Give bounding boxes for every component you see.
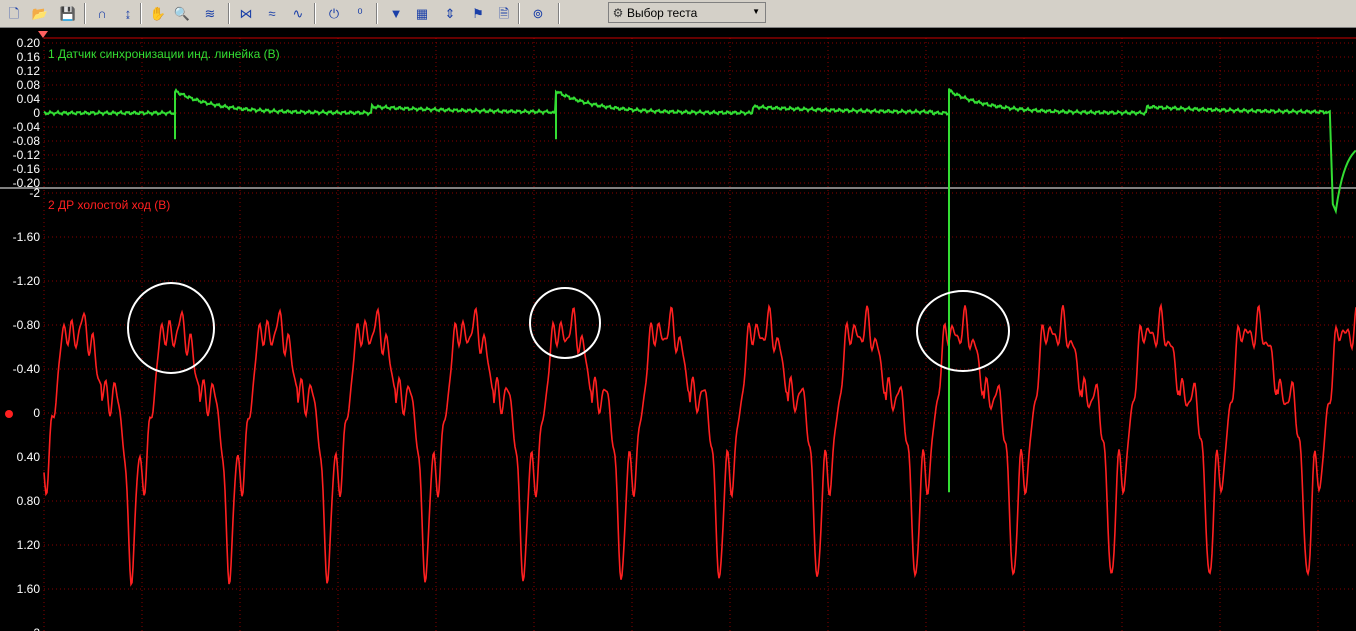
oscilloscope-view[interactable]: 0.200.160.120.080.040-0.04-0.08-0.12-0.1… xyxy=(0,28,1356,631)
ch1-tick-label: 0.16 xyxy=(17,50,41,64)
test-select-dropdown[interactable]: ⚙ Выбор теста ▼ xyxy=(608,2,766,23)
save-icon[interactable]: 💾 xyxy=(58,3,78,23)
channel-1-label: 1 Датчик синхронизации инд. линейка (В) xyxy=(48,47,280,61)
ch2-tick-label: 1.20 xyxy=(17,538,41,552)
ch2-tick-label: -1.60 xyxy=(13,230,41,244)
split-icon[interactable]: ⇕ xyxy=(440,3,460,23)
ch2-tick-label: -0.40 xyxy=(13,362,41,376)
channel-select-icon[interactable]: ▼ xyxy=(386,3,406,23)
zero-marker-dot[interactable] xyxy=(5,410,13,418)
auto-mode-icon[interactable]: ⊚ xyxy=(528,3,548,23)
ch2-tick-label: -0.80 xyxy=(13,318,41,332)
toolbar-separator xyxy=(84,3,86,24)
ch2-tick-label: 0 xyxy=(33,406,40,420)
ch2-tick-label: 2 xyxy=(33,626,40,631)
highlight-circle-2 xyxy=(529,287,601,359)
ch2-tick-label: -1.20 xyxy=(13,274,41,288)
toolbar: ⚙ Выбор теста ▼ 🗋 📂 💾 ∩ ↨ ✋ 🔍 ≋ ⋈ ≈ ∿ ⏻ ⁰ ▼ ▦ ⇕ ⚑ 🗎 ⊚ xyxy=(0,0,1356,28)
grid xyxy=(43,37,1356,631)
gear-icon: ⚙ xyxy=(612,5,624,20)
toolbar-separator xyxy=(140,3,142,24)
ch1-tick-label: 0.20 xyxy=(17,36,41,50)
toolbar-separator xyxy=(314,3,316,24)
y-axis: 0.200.160.120.080.040-0.04-0.08-0.12-0.1… xyxy=(13,36,41,631)
toolbar-separator xyxy=(518,3,520,24)
toolbar-separator xyxy=(558,3,560,24)
channel-2-trace xyxy=(43,302,1356,587)
vertical-cursor-icon[interactable]: ↨ xyxy=(118,3,138,23)
grid-icon[interactable]: ▦ xyxy=(412,3,432,23)
ch2-tick-label: 0.80 xyxy=(17,494,41,508)
toolbar-separator xyxy=(376,3,378,24)
ch1-tick-label: -0.08 xyxy=(13,134,41,148)
channel-compress-icon[interactable]: ⋈ xyxy=(236,3,256,23)
ch2-tick-label: 0.40 xyxy=(17,450,41,464)
ch1-tick-label: 0.12 xyxy=(17,64,41,78)
ch1-tick-label: -0.16 xyxy=(13,162,41,176)
horizontal-cursor-icon[interactable]: ∩ xyxy=(92,3,112,23)
ch1-tick-label: 0.08 xyxy=(17,78,41,92)
notes-icon[interactable]: 🗎 xyxy=(494,3,514,23)
ch2-tick-label: 1.60 xyxy=(17,582,41,596)
new-file-icon[interactable]: 🗋 xyxy=(4,3,24,23)
ch1-tick-label: -0.12 xyxy=(13,148,41,162)
wave-overlay-icon[interactable]: ≈ xyxy=(262,3,282,23)
open-folder-icon[interactable]: 📂 xyxy=(30,3,50,23)
chevron-down-icon: ▼ xyxy=(752,7,760,16)
toolbar-separator xyxy=(228,3,230,24)
zoom-icon[interactable]: 🔍 xyxy=(172,3,192,23)
ch1-tick-label: -0.04 xyxy=(13,120,41,134)
test-select-label: Выбор теста xyxy=(627,5,698,20)
filter-icon[interactable]: ≋ xyxy=(200,3,220,23)
ch1-tick-label: 0.04 xyxy=(17,92,41,106)
auto-sync-icon[interactable]: ⏻ xyxy=(324,3,344,23)
spectrum-icon[interactable]: ∿ xyxy=(288,3,308,23)
hand-pan-icon[interactable]: ✋ xyxy=(148,3,168,23)
marker-flag-icon[interactable]: ⚑ xyxy=(468,3,488,23)
zero-level-icon[interactable]: ⁰ xyxy=(350,3,370,23)
ch1-tick-label: 0 xyxy=(33,106,40,120)
channel-2-label: 2 ДР холостой ход (В) xyxy=(48,198,170,212)
channel-1-trace xyxy=(43,88,1356,493)
